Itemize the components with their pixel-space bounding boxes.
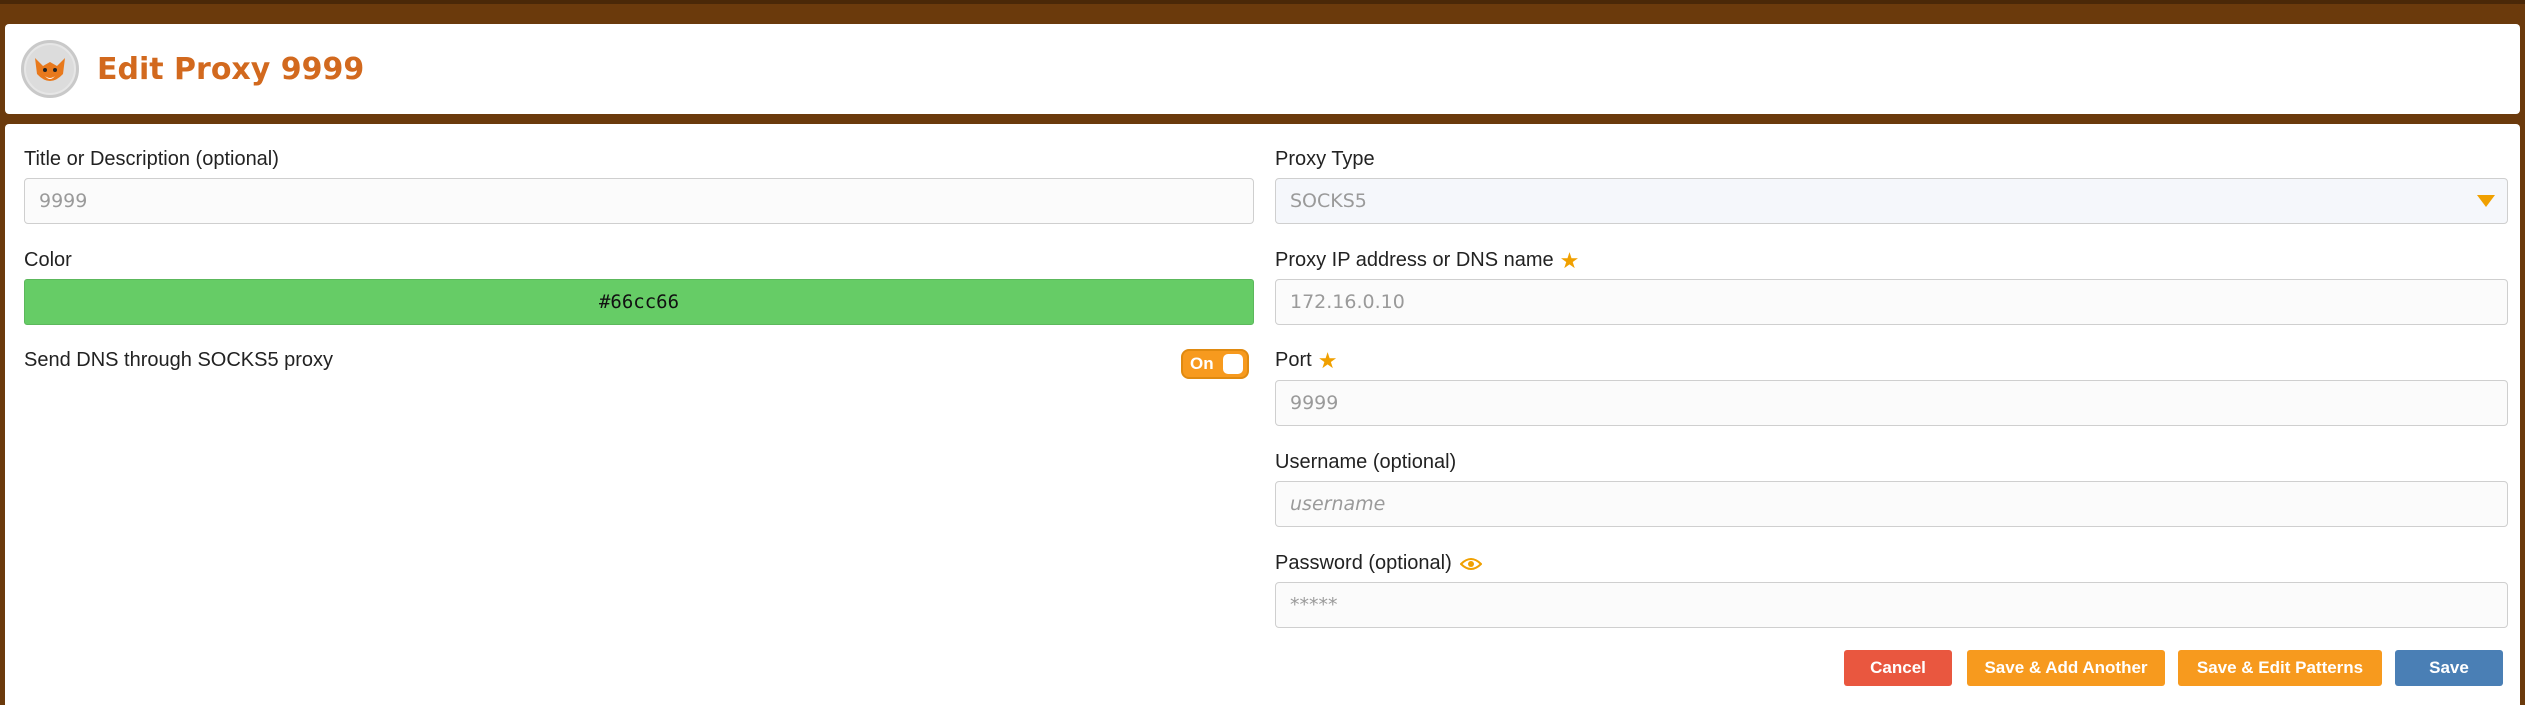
- dns-toggle[interactable]: On: [1181, 349, 1249, 379]
- host-label-text: Proxy IP address or DNS name: [1275, 249, 1554, 271]
- required-star-icon: ★: [1317, 347, 1338, 373]
- foxyproxy-logo-icon: [21, 40, 79, 98]
- color-picker[interactable]: #66cc66: [24, 279, 1254, 325]
- edit-proxy-form: Title or Description (optional) 9999 Col…: [5, 124, 2520, 705]
- password-input[interactable]: *****: [1275, 582, 2508, 628]
- chevron-down-icon: [2477, 195, 2495, 207]
- host-label: Proxy IP address or DNS name ★: [1275, 249, 1579, 272]
- username-input[interactable]: username: [1275, 481, 2508, 527]
- toggle-knob: [1223, 354, 1243, 374]
- port-input[interactable]: 9999: [1275, 380, 2508, 426]
- page-header: Edit Proxy 9999: [5, 24, 2520, 114]
- dns-label: Send DNS through SOCKS5 proxy: [24, 349, 334, 371]
- cancel-button[interactable]: Cancel: [1844, 650, 1952, 686]
- save-button[interactable]: Save: [2395, 650, 2503, 686]
- save-edit-patterns-button[interactable]: Save & Edit Patterns: [2178, 650, 2382, 686]
- required-star-icon: ★: [1559, 247, 1580, 273]
- proxy-type-value: SOCKS5: [1290, 190, 1367, 212]
- password-label: Password (optional): [1275, 552, 1482, 575]
- username-label: Username (optional): [1275, 451, 1457, 473]
- title-label: Title or Description (optional): [24, 148, 279, 170]
- proxy-type-label: Proxy Type: [1275, 148, 1375, 170]
- port-label-text: Port: [1275, 349, 1312, 371]
- host-input[interactable]: 172.16.0.10: [1275, 279, 2508, 325]
- page-title: Edit Proxy 9999: [97, 51, 365, 87]
- top-strip: [0, 0, 2525, 4]
- password-label-text: Password (optional): [1275, 552, 1452, 574]
- color-label: Color: [24, 249, 72, 271]
- save-add-another-button[interactable]: Save & Add Another: [1967, 650, 2165, 686]
- eye-icon[interactable]: [1459, 557, 1482, 571]
- port-label: Port ★: [1275, 349, 1337, 372]
- title-input[interactable]: 9999: [24, 178, 1254, 224]
- dns-toggle-label: On: [1190, 354, 1214, 373]
- proxy-type-select[interactable]: SOCKS5: [1275, 178, 2508, 224]
